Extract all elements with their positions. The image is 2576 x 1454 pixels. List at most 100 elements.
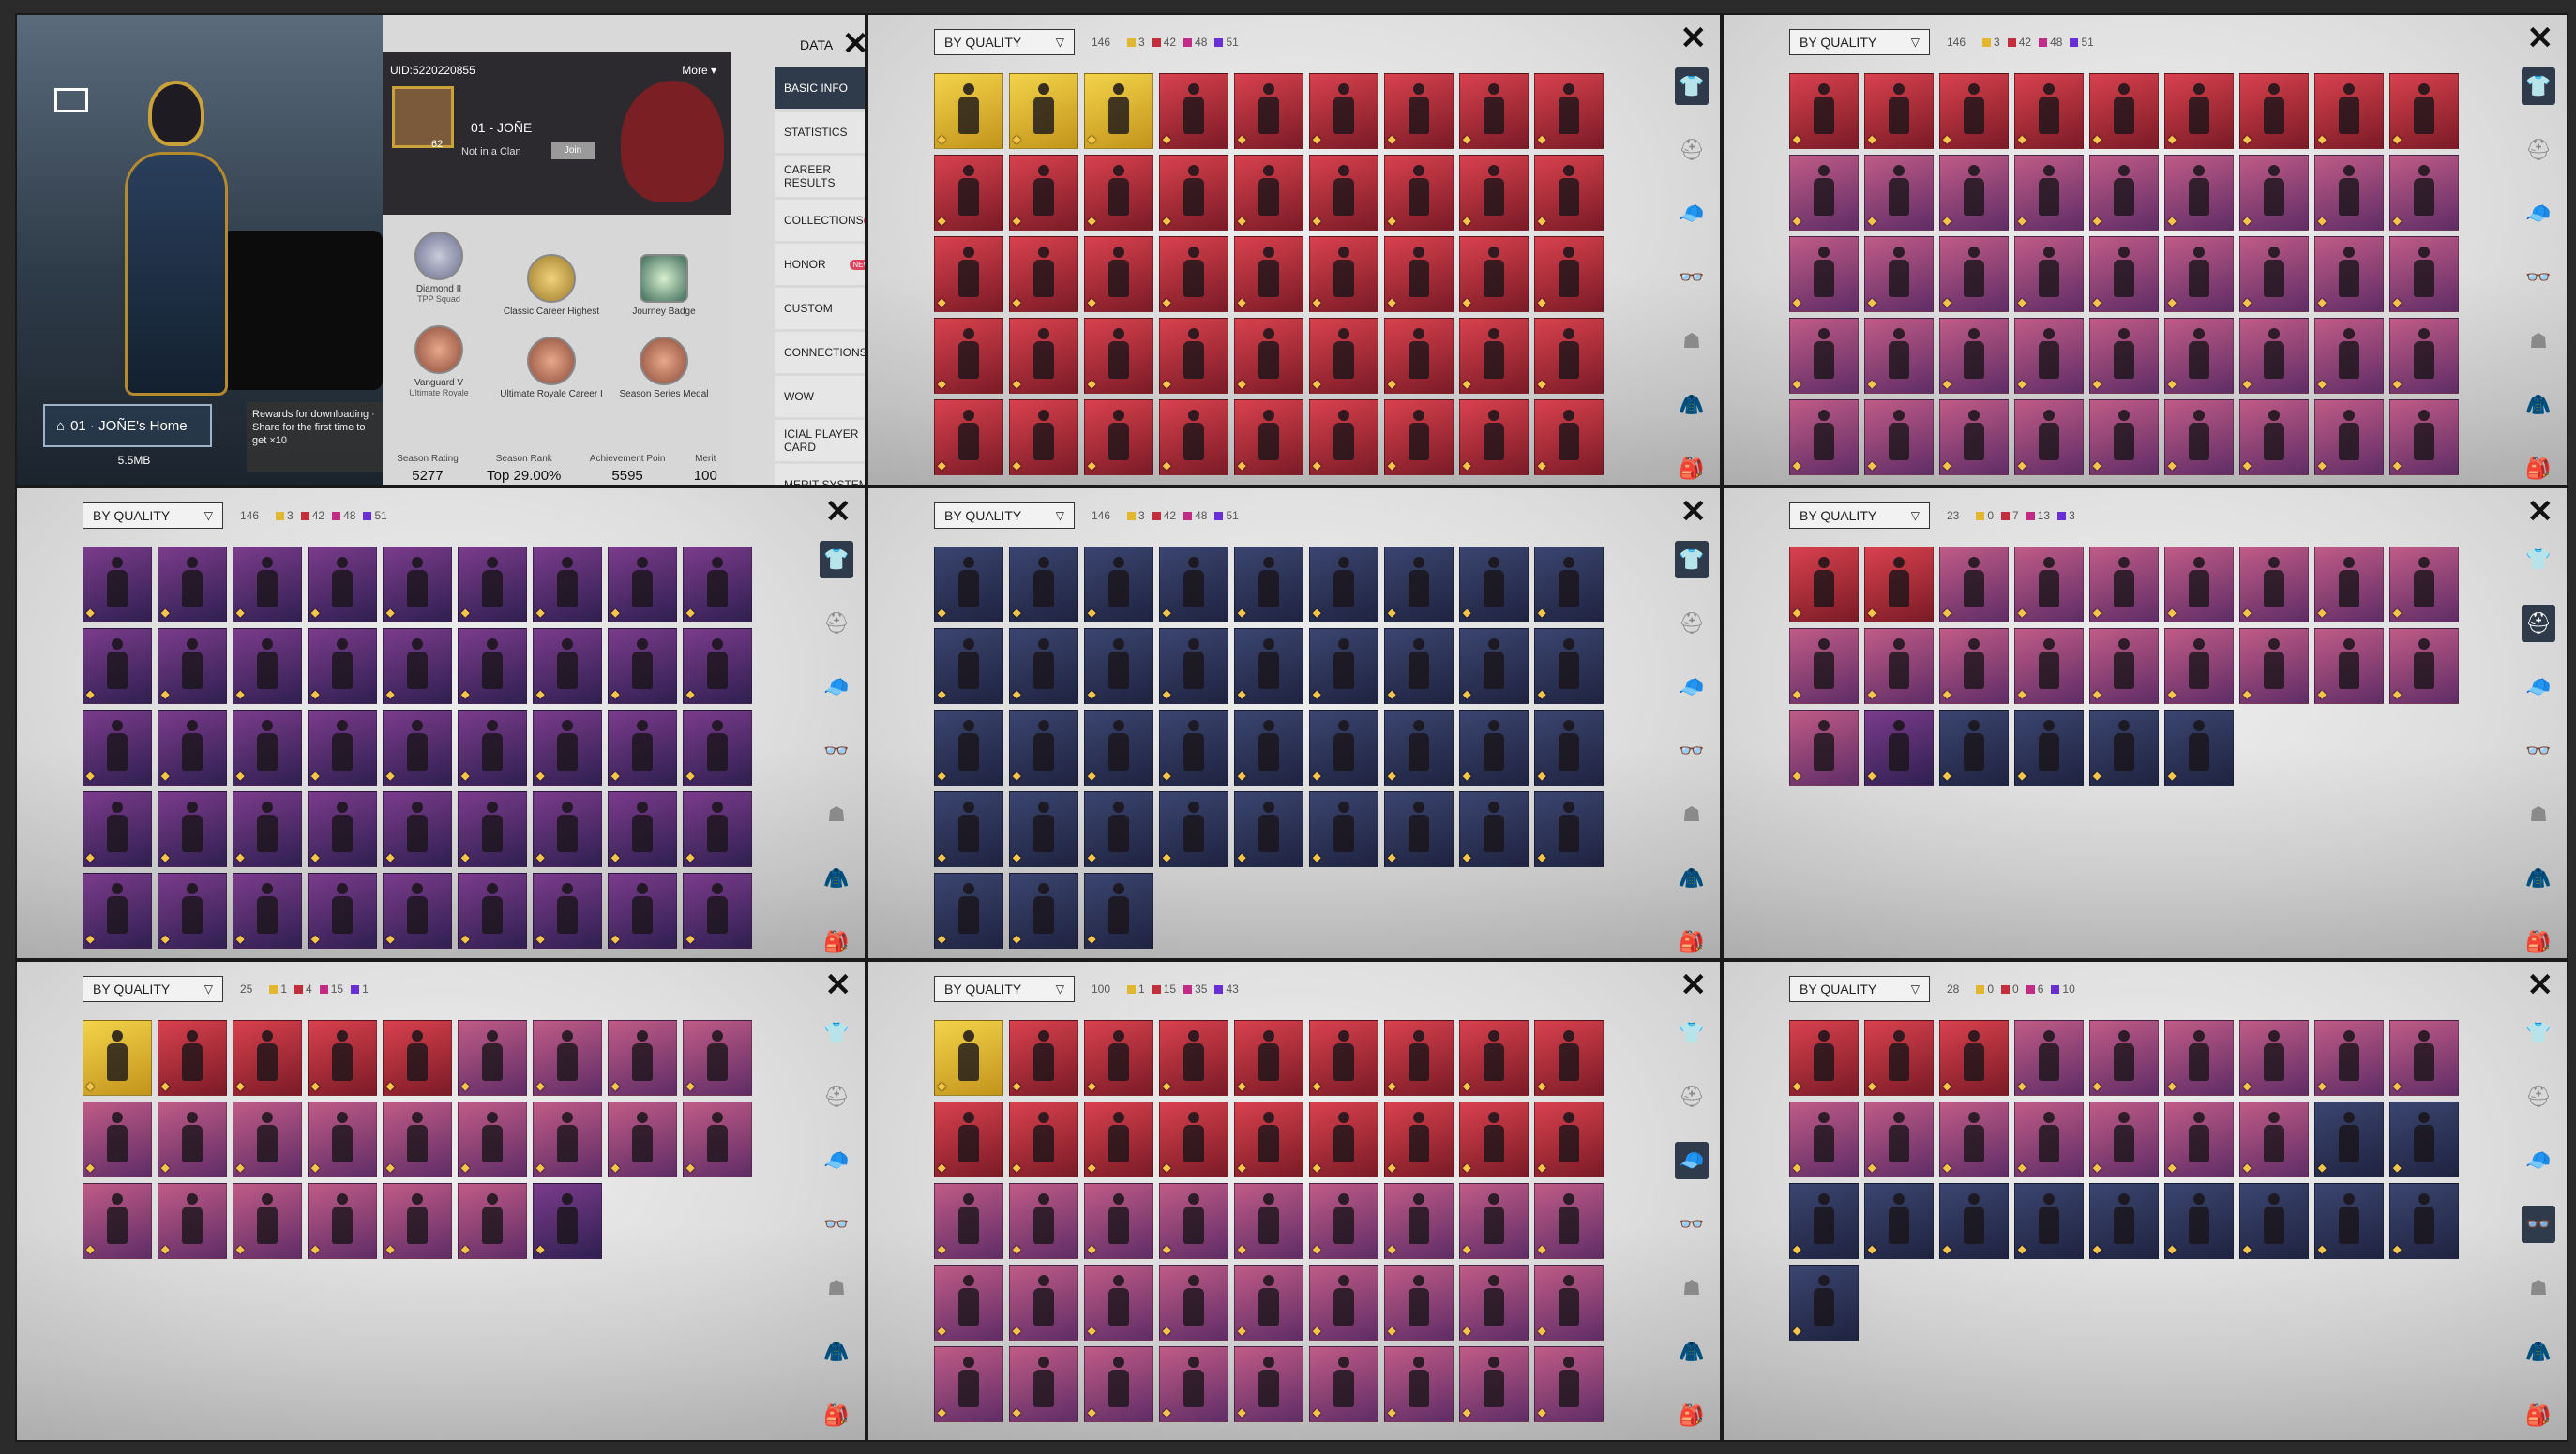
item-tile[interactable]: ◆ — [1384, 236, 1454, 312]
item-tile[interactable]: ◆ — [2089, 710, 2159, 786]
item-tile[interactable]: ◆ — [1384, 1020, 1454, 1096]
item-tile[interactable]: ◆ — [1234, 236, 1303, 312]
close-icon[interactable]: ✕ — [1680, 969, 1708, 1001]
item-tile[interactable]: ◆ — [2314, 628, 2384, 704]
item-tile[interactable]: ◆ — [934, 1183, 1003, 1259]
backpack-icon[interactable]: 🎒 — [1675, 1397, 1709, 1434]
quality-dropdown[interactable]: BY QUALITY ▽ — [83, 976, 223, 1002]
item-tile[interactable]: ◆ — [1084, 318, 1153, 394]
hat-icon[interactable]: 🧢 — [820, 1142, 853, 1179]
item-tile[interactable]: ◆ — [458, 547, 527, 622]
item-tile[interactable]: ◆ — [934, 628, 1003, 704]
item-tile[interactable]: ◆ — [934, 1102, 1003, 1177]
home-button[interactable]: ⌂ 01 · JOÑE's Home — [43, 404, 212, 447]
badge-classic-career[interactable]: Classic Career Highest — [500, 254, 603, 317]
backpack-icon[interactable]: 🎒 — [820, 1397, 853, 1434]
quality-dropdown[interactable]: BY QUALITY ▽ — [934, 502, 1075, 529]
item-tile[interactable]: ◆ — [1309, 1346, 1378, 1422]
backpack-icon[interactable]: 🎒 — [2522, 923, 2555, 958]
item-tile[interactable]: ◆ — [1459, 1346, 1529, 1422]
item-tile[interactable]: ◆ — [934, 155, 1003, 231]
item-tile[interactable]: ◆ — [1234, 1265, 1303, 1341]
item-tile[interactable]: ◆ — [2089, 155, 2159, 231]
item-tile[interactable]: ◆ — [1309, 236, 1378, 312]
item-tile[interactable]: ◆ — [2239, 399, 2309, 475]
item-tile[interactable]: ◆ — [2164, 73, 2234, 149]
item-tile[interactable]: ◆ — [683, 547, 752, 622]
item-tile[interactable]: ◆ — [2239, 236, 2309, 312]
item-tile[interactable]: ◆ — [1234, 1102, 1303, 1177]
item-tile[interactable]: ◆ — [608, 873, 677, 949]
item-tile[interactable]: ◆ — [233, 547, 302, 622]
item-tile[interactable]: ◆ — [2014, 628, 2084, 704]
item-tile[interactable]: ◆ — [1084, 1020, 1153, 1096]
item-tile[interactable]: ◆ — [2014, 155, 2084, 231]
mask-icon[interactable]: ☗ — [2522, 322, 2555, 360]
item-tile[interactable]: ◆ — [1939, 399, 2009, 475]
item-tile[interactable]: ◆ — [1309, 318, 1378, 394]
uid-label[interactable]: UID:5220220855 — [390, 64, 475, 77]
item-tile[interactable]: ◆ — [1864, 1183, 1934, 1259]
item-tile[interactable]: ◆ — [2089, 236, 2159, 312]
stat-merit[interactable]: Merit 100 — [694, 454, 717, 484]
helmet-icon[interactable]: ⛑ — [820, 605, 853, 642]
item-tile[interactable]: ◆ — [1384, 710, 1454, 786]
item-tile[interactable]: ◆ — [2014, 1020, 2084, 1096]
item-tile[interactable]: ◆ — [608, 1102, 677, 1177]
item-tile[interactable]: ◆ — [1159, 1020, 1228, 1096]
item-tile[interactable]: ◆ — [2089, 73, 2159, 149]
item-tile[interactable]: ◆ — [1009, 710, 1078, 786]
item-tile[interactable]: ◆ — [233, 791, 302, 867]
item-tile[interactable]: ◆ — [1864, 236, 1934, 312]
item-tile[interactable]: ◆ — [308, 1102, 377, 1177]
glasses-icon[interactable]: 👓 — [820, 732, 853, 770]
item-tile[interactable]: ◆ — [2089, 1020, 2159, 1096]
item-tile[interactable]: ◆ — [1009, 791, 1078, 867]
item-tile[interactable]: ◆ — [1459, 155, 1529, 231]
mask-icon[interactable]: ☗ — [820, 1269, 853, 1307]
item-tile[interactable]: ◆ — [1009, 1183, 1078, 1259]
item-tile[interactable]: ◆ — [1084, 1346, 1153, 1422]
item-tile[interactable]: ◆ — [1864, 628, 1934, 704]
item-tile[interactable]: ◆ — [2314, 1102, 2384, 1177]
item-tile[interactable]: ◆ — [158, 710, 227, 786]
item-tile[interactable]: ◆ — [2389, 628, 2459, 704]
menu-item[interactable]: CUSTOM — [775, 288, 865, 329]
item-tile[interactable]: ◆ — [1939, 155, 2009, 231]
item-tile[interactable]: ◆ — [2164, 155, 2234, 231]
outfit-icon[interactable]: 👕 — [2522, 1014, 2555, 1052]
hat-icon[interactable]: 🧢 — [1675, 195, 1709, 232]
jacket-icon[interactable]: 🧥 — [2522, 860, 2555, 897]
item-tile[interactable]: ◆ — [1384, 791, 1454, 867]
item-tile[interactable]: ◆ — [2089, 399, 2159, 475]
item-tile[interactable]: ◆ — [533, 873, 602, 949]
quality-dropdown[interactable]: BY QUALITY ▽ — [934, 29, 1075, 55]
item-tile[interactable]: ◆ — [1159, 1102, 1228, 1177]
item-tile[interactable]: ◆ — [1234, 791, 1303, 867]
glasses-icon[interactable]: 👓 — [2522, 732, 2555, 770]
item-tile[interactable]: ◆ — [1864, 318, 1934, 394]
item-tile[interactable]: ◆ — [2014, 1102, 2084, 1177]
menu-item[interactable]: BASIC INFO — [775, 67, 865, 109]
item-tile[interactable]: ◆ — [1789, 399, 1859, 475]
item-tile[interactable]: ◆ — [1459, 628, 1529, 704]
item-tile[interactable]: ◆ — [458, 791, 527, 867]
item-tile[interactable]: ◆ — [1384, 318, 1454, 394]
item-tile[interactable]: ◆ — [1084, 710, 1153, 786]
item-tile[interactable]: ◆ — [2014, 236, 2084, 312]
item-tile[interactable]: ◆ — [1159, 791, 1228, 867]
jacket-icon[interactable]: 🧥 — [2522, 1333, 2555, 1371]
item-tile[interactable]: ◆ — [83, 1183, 152, 1259]
quality-dropdown[interactable]: BY QUALITY ▽ — [1789, 976, 1930, 1002]
item-tile[interactable]: ◆ — [1234, 1020, 1303, 1096]
item-tile[interactable]: ◆ — [1789, 236, 1859, 312]
item-tile[interactable]: ◆ — [2014, 318, 2084, 394]
item-tile[interactable]: ◆ — [2239, 73, 2309, 149]
item-tile[interactable]: ◆ — [1939, 318, 2009, 394]
item-tile[interactable]: ◆ — [1789, 318, 1859, 394]
helmet-icon[interactable]: ⛑ — [1675, 605, 1709, 642]
menu-item[interactable]: ICIAL PLAYER CARD — [775, 420, 865, 461]
menu-item[interactable]: CAREER RESULTS — [775, 156, 865, 197]
item-tile[interactable]: ◆ — [1009, 1102, 1078, 1177]
item-tile[interactable]: ◆ — [1459, 1265, 1529, 1341]
